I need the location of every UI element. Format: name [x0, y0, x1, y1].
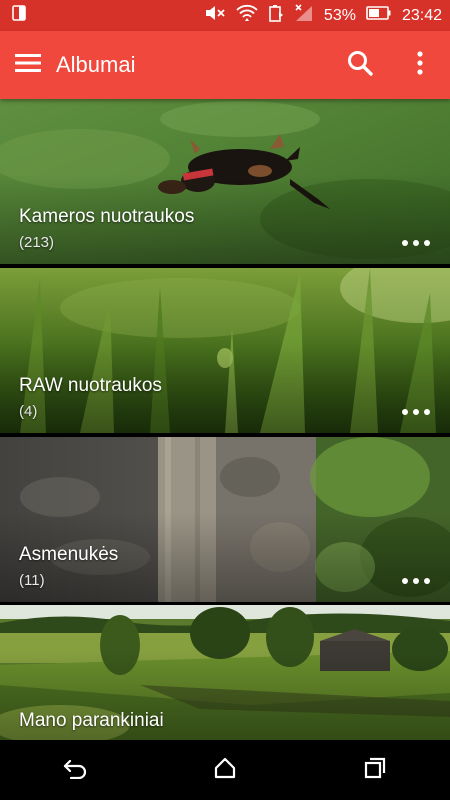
navigation-bar [0, 740, 450, 800]
back-button[interactable] [35, 740, 115, 800]
more-dot-icon [424, 578, 430, 584]
album-count: (4) [19, 403, 38, 420]
mute-icon [204, 5, 226, 26]
menu-button[interactable] [0, 31, 56, 99]
recents-icon [364, 757, 386, 784]
album-card-selfies[interactable]: Asmenukės (11) [0, 437, 450, 602]
home-button[interactable] [185, 740, 265, 800]
app-bar: Albumai [0, 31, 450, 99]
battery-saver-icon [268, 4, 284, 27]
status-bar: 53% 23:42 [0, 0, 450, 31]
signal-icon [294, 4, 314, 27]
album-more-button[interactable] [402, 236, 430, 250]
album-list: Kameros nuotraukos (213) RAW nuotraukos … [0, 99, 450, 740]
menu-icon [15, 53, 41, 78]
album-card-camera[interactable]: Kameros nuotraukos (213) [0, 99, 450, 264]
more-dot-icon [424, 409, 430, 415]
page-title: Albumai [56, 52, 136, 77]
back-icon [62, 757, 88, 784]
album-count: (213) [19, 234, 55, 251]
album-card-raw[interactable]: RAW nuotraukos (4) [0, 268, 450, 433]
wifi-icon [236, 4, 258, 27]
album-card-favorites[interactable]: Mano parankiniai [0, 605, 450, 740]
album-count: (11) [19, 572, 45, 589]
more-dot-icon [413, 240, 419, 246]
more-dot-icon [413, 578, 419, 584]
more-dot-icon [402, 578, 408, 584]
battery-percent: 53% [323, 6, 356, 24]
recents-button[interactable] [335, 740, 415, 800]
clock: 23:42 [401, 6, 442, 24]
overflow-icon [417, 50, 423, 80]
more-dot-icon [424, 240, 430, 246]
album-more-button[interactable] [402, 574, 430, 588]
overflow-menu-button[interactable] [390, 31, 450, 99]
more-dot-icon [402, 240, 408, 246]
home-icon [214, 757, 236, 784]
battery-icon [366, 6, 392, 25]
screen-cast-icon [12, 5, 26, 26]
search-icon [347, 50, 373, 81]
album-name: RAW nuotraukos [19, 375, 162, 396]
more-dot-icon [402, 409, 408, 415]
search-button[interactable] [330, 31, 390, 99]
album-name: Asmenukės [19, 544, 119, 565]
more-dot-icon [413, 409, 419, 415]
album-name: Mano parankiniai [19, 710, 164, 731]
album-more-button[interactable] [402, 405, 430, 419]
album-name: Kameros nuotraukos [19, 206, 195, 227]
